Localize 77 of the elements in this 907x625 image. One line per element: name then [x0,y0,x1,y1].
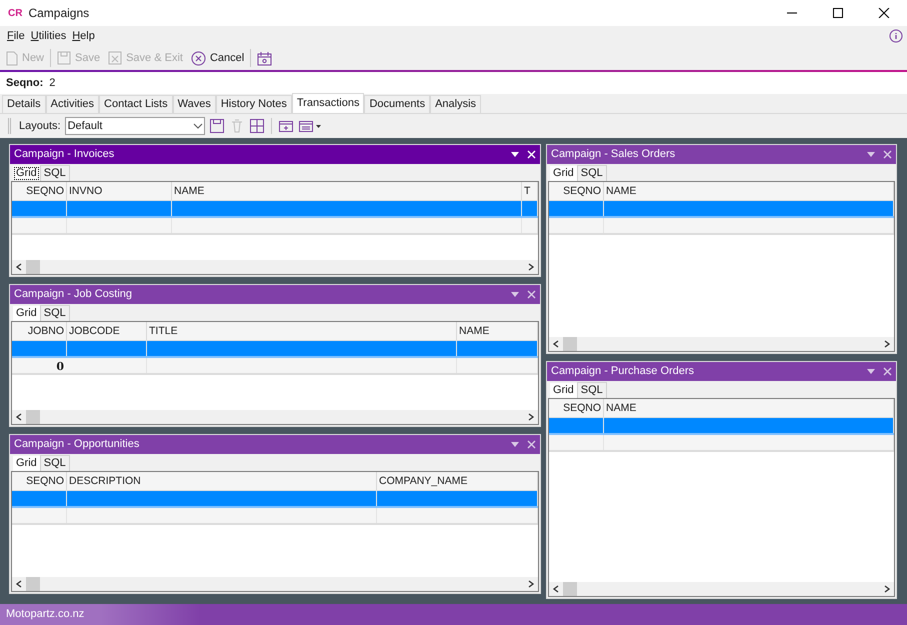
grid-icon[interactable] [248,118,265,134]
tab[interactable]: Activities [46,95,100,113]
dropdown-icon[interactable] [511,292,519,297]
dropdown-icon[interactable] [511,442,519,447]
column-header[interactable]: NAME [172,182,522,200]
column-header[interactable]: INVNO [67,182,172,200]
layouts-dropdown[interactable]: Default [64,117,205,135]
horizontal-scrollbar[interactable] [12,577,538,591]
horizontal-scrollbar[interactable] [12,260,538,274]
column-header[interactable]: T [522,182,538,200]
panels-menu-icon[interactable] [298,118,322,134]
horizontal-scrollbar[interactable] [549,337,894,351]
scroll-thumb[interactable] [26,577,40,591]
table-cell-text: 0 [55,359,65,373]
floppy-icon [57,51,72,65]
info-icon[interactable] [889,29,903,43]
column-header[interactable]: SEQNO [12,472,67,490]
panel-title: Campaign - Opportunities [14,437,140,452]
grid-row[interactable]: 0 [12,358,538,375]
toolbar-button[interactable] [255,50,274,66]
view-tab[interactable]: Grid [13,306,40,321]
tab[interactable]: Details [2,95,46,113]
column-header[interactable]: SEQNO [12,182,67,200]
column-header[interactable]: SEQNO [549,182,604,200]
layouts-label: Layouts: [19,118,61,134]
tab[interactable]: Waves [172,95,216,113]
column-header[interactable]: TITLE [147,322,457,340]
toolbar-button[interactable]: Cancel [188,50,246,66]
scroll-thumb[interactable] [26,410,40,424]
view-tab[interactable]: Grid [13,166,40,181]
panel-title: Campaign - Purchase Orders [551,364,696,380]
column-header[interactable]: NAME [457,322,538,340]
app-logo: CR [8,6,22,20]
tab[interactable]: Analysis [430,95,482,113]
view-tab[interactable]: SQL [576,165,607,181]
field-value: 2 [49,76,56,91]
dropdown-icon[interactable] [867,369,875,374]
view-tab[interactable]: SQL [40,305,70,321]
panel-title: Campaign - Sales Orders [551,147,676,162]
dropdown-icon[interactable] [511,152,519,157]
tab[interactable]: History Notes [216,95,292,113]
caret-icon [192,122,204,130]
menu-item[interactable]: Utilities [28,28,70,44]
document-icon [6,50,18,66]
tab[interactable]: Documents [364,95,430,113]
dropdown-icon[interactable] [867,152,875,157]
view-tab[interactable]: SQL [40,455,70,471]
column-header[interactable]: JOBNO [12,322,67,340]
column-header[interactable]: SEQNO [549,399,604,417]
cancel-icon [190,50,206,66]
window-title: Campaigns [28,5,90,22]
add-panel-icon[interactable] [278,118,294,134]
view-tab[interactable]: Grid [550,383,577,398]
column-header[interactable]: NAME [604,182,894,200]
scroll-thumb[interactable] [563,337,577,351]
menu-item[interactable]: File [4,28,28,44]
column-header[interactable]: COMPANY_NAME [377,472,538,490]
floppy-icon[interactable] [208,118,225,134]
scroll-thumb[interactable] [563,582,577,596]
column-header[interactable]: DESCRIPTION [67,472,377,490]
panel-title: Campaign - Job Costing [14,287,134,302]
panel-title: Campaign - Invoices [14,147,116,162]
column-header[interactable]: JOBCODE [67,322,147,340]
horizontal-scrollbar[interactable] [549,582,894,596]
tab[interactable]: Contact Lists [99,95,173,113]
calendar-icon [257,50,272,66]
field-label: Seqno: [6,76,44,91]
horizontal-scrollbar[interactable] [12,410,538,424]
view-tab[interactable]: SQL [576,382,607,398]
view-tab[interactable]: Grid [550,166,577,181]
view-tab[interactable]: Grid [13,456,40,471]
view-tab[interactable]: SQL [40,165,70,181]
tab[interactable]: Transactions [292,93,364,113]
column-header[interactable]: NAME [604,399,894,417]
floppy-exit-icon [108,51,122,65]
scroll-thumb[interactable] [26,260,40,274]
menu-item[interactable]: Help [69,28,98,44]
